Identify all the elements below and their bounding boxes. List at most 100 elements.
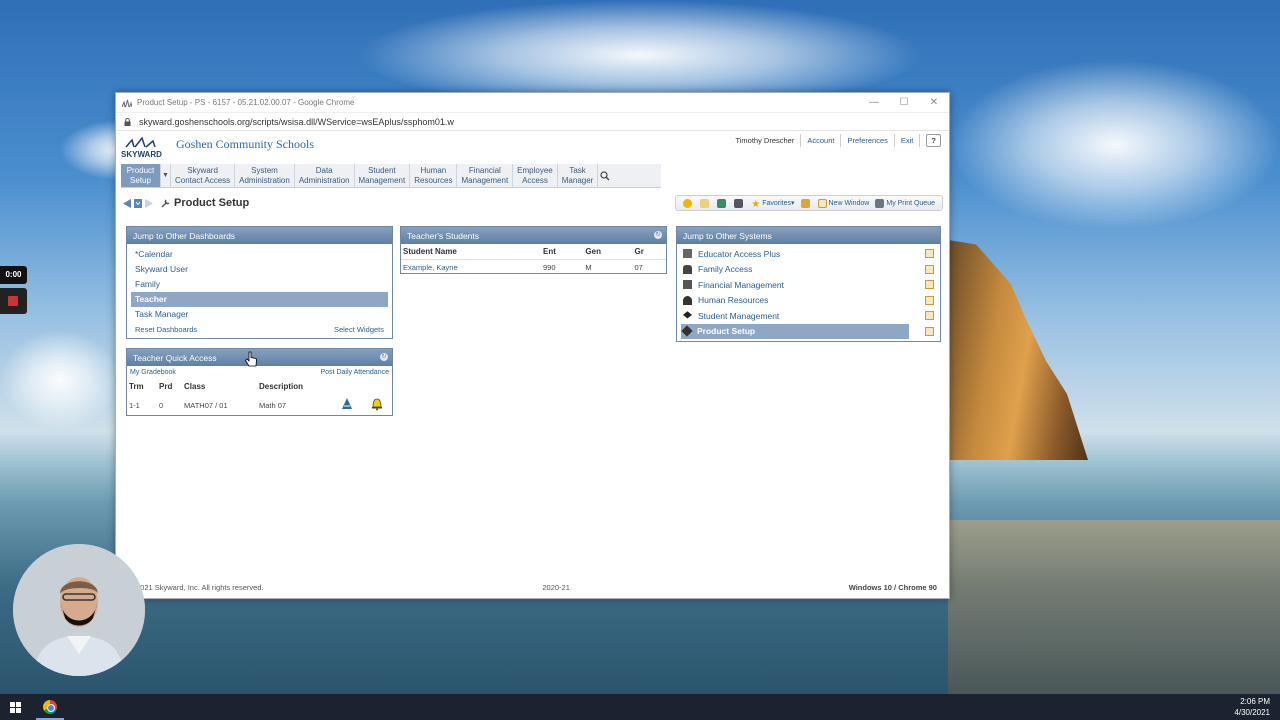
menu-task-manager[interactable]: Task Manager: [558, 164, 599, 187]
column-header[interactable]: Trm: [127, 379, 157, 394]
column-header[interactable]: Class: [182, 379, 257, 394]
exit-link[interactable]: Exit: [895, 134, 921, 147]
webcam-overlay: [13, 544, 145, 676]
post-daily-attendance-link[interactable]: Post Daily Attendance: [321, 369, 390, 376]
column-header[interactable]: Prd: [157, 379, 182, 394]
open-window-icon[interactable]: [925, 249, 934, 259]
system-financial-management[interactable]: Financial Management: [677, 277, 940, 293]
family-icon: [683, 264, 692, 274]
window-titlebar: Product Setup - PS - 6157 - 05.21.02.00.…: [116, 93, 949, 113]
chrome-taskbar-icon[interactable]: [43, 700, 57, 714]
system-product-setup[interactable]: Product Setup: [681, 323, 909, 339]
skyward-app: SKYWARD Goshen Community Schools Timothy…: [116, 132, 949, 598]
column-header[interactable]: Gr: [632, 244, 666, 260]
history-icon[interactable]: [133, 198, 143, 209]
system-student-management[interactable]: Student Management: [677, 308, 940, 324]
help-button[interactable]: ?: [926, 134, 941, 147]
dashboard-skyward-user[interactable]: Skyward User: [127, 262, 392, 277]
wrench-icon: [161, 199, 170, 208]
open-window-icon[interactable]: [925, 326, 934, 336]
favorites-button[interactable]: ★ Favorites ▾: [751, 199, 794, 210]
system-educator-access-plus[interactable]: Educator Access Plus: [677, 246, 940, 262]
column-header[interactable]: Description: [257, 379, 338, 394]
graduation-cap-icon: [683, 311, 692, 319]
bell-icon[interactable]: [368, 394, 392, 416]
utility-toolbar: ★ Favorites ▾ New Window My Print Queue: [675, 195, 943, 211]
table-cell: MATH07 / 01: [184, 400, 228, 410]
reset-dashboards-link[interactable]: Reset Dashboards: [135, 325, 197, 334]
menu-data-administration[interactable]: Data Administration: [295, 164, 355, 187]
maximize-button[interactable]: ☐: [889, 97, 919, 108]
open-window-icon[interactable]: [925, 295, 934, 305]
dashboards-panel-title: Jump to Other Dashboards: [127, 227, 392, 244]
dashboard-calendar[interactable]: *Calendar: [127, 247, 392, 262]
open-window-icon[interactable]: [925, 280, 934, 290]
building-icon: [683, 249, 692, 259]
table-cell: 07: [634, 263, 643, 272]
select-widgets-link[interactable]: Select Widgets: [334, 325, 384, 334]
table-cell: 0: [159, 400, 164, 410]
table-row[interactable]: 1-1 0 MATH07 / 01 Math 07: [127, 394, 392, 416]
my-gradebook-link[interactable]: My Gradebook: [130, 369, 176, 376]
menu-skyward-contact-access[interactable]: Skyward Contact Access: [171, 164, 236, 187]
back-arrow-icon[interactable]: [122, 198, 132, 209]
search-icon[interactable]: [598, 164, 612, 187]
address-bar[interactable]: skyward.goshenschools.org/scripts/wsisa.…: [116, 113, 949, 131]
menu-employee-access[interactable]: Employee Access: [513, 164, 558, 187]
account-link[interactable]: Account: [801, 134, 842, 147]
column-header[interactable]: Gen: [583, 244, 632, 260]
main-menu: Product Setup ▼ Skyward Contact Access Sys…: [121, 164, 661, 188]
table-cell: Math 07: [259, 400, 287, 410]
systems-panel-title: Jump to Other Systems: [677, 227, 940, 244]
background-cloud: [950, 60, 1280, 230]
quick-access-panel-title: Teacher Quick Access ↻: [127, 349, 392, 366]
school-name: Goshen Community Schools: [176, 137, 315, 151]
forward-arrow-icon[interactable]: [144, 198, 154, 209]
gradebook-icon[interactable]: [338, 394, 368, 416]
table-cell: M: [585, 263, 592, 272]
refresh-icon[interactable]: ↻: [654, 231, 662, 239]
minimize-button[interactable]: —: [859, 97, 889, 108]
menu-human-resources[interactable]: Human Resources: [410, 164, 458, 187]
open-window-icon[interactable]: [925, 264, 934, 274]
open-window-icon[interactable]: [925, 311, 934, 321]
page-footer: 2021 Skyward, Inc. All rights reserved. …: [136, 583, 937, 592]
close-button[interactable]: ✕: [919, 97, 949, 108]
alert-icon[interactable]: [683, 198, 694, 208]
table-row[interactable]: Example, Kayne 990 M 07: [401, 259, 666, 276]
system-family-access[interactable]: Family Access: [677, 262, 940, 278]
notes-icon[interactable]: [700, 198, 711, 208]
menu-system-administration[interactable]: System Administration: [235, 164, 295, 187]
copyright-text: 2021 Skyward, Inc. All rights reserved.: [136, 583, 264, 592]
hand-cursor-icon: [244, 351, 257, 367]
monitor-icon[interactable]: [717, 198, 728, 208]
student-name-link[interactable]: Example, Kayne: [401, 260, 541, 276]
menu-product-setup[interactable]: Product Setup: [121, 164, 161, 187]
print-queue-button[interactable]: My Print Queue: [875, 198, 935, 208]
platform-text: Windows 10 / Chrome 90: [848, 583, 937, 592]
chevron-down-icon[interactable]: ▼: [161, 164, 171, 187]
system-clock[interactable]: 2:06 PM 4/30/2021: [1234, 696, 1270, 718]
quick-access-table: Trm Prd Class Description 1-1 0 MATH07 /…: [127, 379, 392, 416]
new-window-button[interactable]: New Window: [817, 198, 869, 208]
students-table: Student Name Ent Gen Gr Example, Kayne 9…: [401, 244, 666, 275]
students-panel: Teacher's Students ↻ Student Name Ent Ge…: [400, 226, 667, 274]
dashboard-task-manager[interactable]: Task Manager: [127, 307, 392, 322]
windows-start-icon[interactable]: [10, 702, 21, 713]
column-header[interactable]: Ent: [541, 244, 583, 260]
person-icon: [683, 295, 692, 305]
refresh-icon[interactable]: ↻: [380, 353, 388, 361]
camera-icon[interactable]: [734, 198, 745, 208]
clipboard-icon[interactable]: [800, 198, 812, 208]
menu-student-management[interactable]: Student Management: [355, 164, 411, 187]
stop-recording-button[interactable]: [0, 288, 27, 314]
clock-time: 2:06 PM: [1240, 697, 1270, 706]
menu-financial-management[interactable]: Financial Management: [457, 164, 514, 187]
column-header[interactable]: Student Name: [401, 244, 541, 260]
dashboard-teacher[interactable]: Teacher: [131, 292, 388, 307]
system-human-resources[interactable]: Human Resources: [677, 293, 940, 309]
dashboard-family[interactable]: Family: [127, 277, 392, 292]
dashboards-panel: Jump to Other Dashboards *Calendar Skywa…: [126, 226, 393, 339]
school-year-text: 2020-21: [542, 583, 570, 592]
preferences-link[interactable]: Preferences: [841, 134, 895, 147]
